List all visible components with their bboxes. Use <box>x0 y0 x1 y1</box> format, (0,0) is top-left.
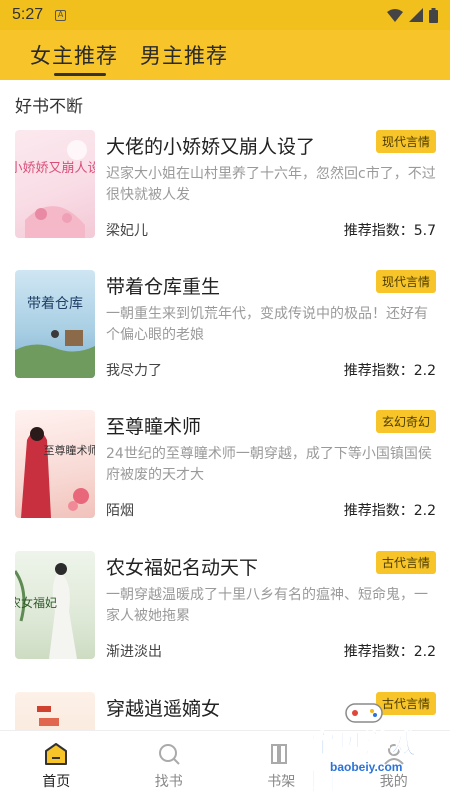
book-item[interactable]: 至尊瞳术师 至尊瞳术师 玄幻奇幻 24世纪的至尊瞳术师一朝穿越，成了下等小国镇国… <box>0 410 450 550</box>
sim-icon: A <box>55 9 67 21</box>
recommend-score: 推荐指数：2.2 <box>344 360 436 380</box>
book-item[interactable]: 带着仓库 带着仓库重生 现代言情 一朝重生来到饥荒年代，变成传说中的极品！还好有… <box>0 270 450 410</box>
status-time: 5:27 <box>12 6 44 23</box>
tab-label: 男主推荐 <box>140 44 228 68</box>
cover-title-text: 带着仓库 <box>27 296 83 312</box>
cover-title-text: 至尊瞳术师 <box>44 443 96 457</box>
book-cover[interactable]: 带着仓库 <box>15 270 95 378</box>
cover-art-3: 至尊瞳术师 <box>21 427 96 518</box>
book-item[interactable]: 小娇娇又崩人设 大佬的小娇娇又崩人设了 现代言情 迟家大小姐在山村里养了十六年，… <box>0 130 450 270</box>
book-description: 一朝重生来到饥荒年代，变成传说中的极品！还好有个偏心眼的老娘 <box>106 306 428 343</box>
book-cover[interactable]: 小娇娇又崩人设 <box>15 130 95 238</box>
score-value: 2.2 <box>413 363 436 379</box>
book-author: 我尽力了 <box>106 363 162 379</box>
book-author: 陌烟 <box>106 503 134 519</box>
book-description: 24世纪的至尊瞳术师一朝穿越，成了下等小国镇国侯府被废的天才大 <box>106 446 432 483</box>
book-item[interactable]: 农女福妃 农女福妃名动天下 古代言情 一朝穿越温暖成了十里八乡有名的瘟神、短命鬼… <box>0 551 450 691</box>
nav-label: 书架 <box>267 774 296 790</box>
score-value: 2.2 <box>413 503 436 519</box>
signal-icon <box>409 8 423 22</box>
bookshelf-icon <box>271 744 288 764</box>
book-description: 迟家大小姐在山村里养了十六年，忽然回c市了，不过很快就被人发 <box>106 166 436 203</box>
section-title: 好书不断 <box>15 97 83 117</box>
cover-art-2: 带着仓库 <box>15 296 95 378</box>
tab-label: 女主推荐 <box>30 44 118 68</box>
tab-active-indicator <box>54 73 106 76</box>
cover-art-1: 小娇娇又崩人设 <box>15 140 95 238</box>
search-icon <box>158 744 180 765</box>
book-title[interactable]: 大佬的小娇娇又崩人设了 <box>106 132 315 159</box>
nav-label: 找书 <box>154 774 183 790</box>
recommend-score: 推荐指数：5.7 <box>344 220 436 240</box>
battery-icon <box>429 7 438 23</box>
recommend-score: 推荐指数：2.2 <box>344 641 436 661</box>
wifi-icon <box>387 8 403 22</box>
nav-label: 首页 <box>42 774 71 790</box>
score-label: 推荐指数： <box>343 503 414 519</box>
watermark: 宝贝游戏网 baobeiy.com <box>296 703 436 798</box>
score-label: 推荐指数： <box>343 223 414 239</box>
watermark-url: baobeiy.com <box>330 760 403 774</box>
genre-badge: 玄幻奇幻 <box>375 410 436 433</box>
cover-title-text: 农女福妃 <box>15 595 57 610</box>
tab-male-recommend[interactable]: 男主推荐 <box>140 30 228 80</box>
score-label: 推荐指数： <box>343 363 414 379</box>
nav-item-find-books[interactable]: 找书 <box>113 731 226 800</box>
book-author: 梁妃儿 <box>106 223 148 239</box>
cover-title-text: 小娇娇又崩人设 <box>15 161 95 176</box>
book-cover[interactable]: 农女福妃 <box>15 551 95 659</box>
book-author: 渐进淡出 <box>106 644 162 660</box>
book-title[interactable]: 农女福妃名动天下 <box>106 553 258 580</box>
book-title[interactable]: 带着仓库重生 <box>106 272 220 299</box>
status-bar: 5:27 A <box>0 0 450 30</box>
tab-female-recommend[interactable]: 女主推荐 <box>30 30 118 80</box>
nav-item-home[interactable]: 首页 <box>0 731 113 800</box>
score-label: 推荐指数： <box>343 644 414 660</box>
home-icon <box>45 743 68 765</box>
status-icons <box>387 7 438 23</box>
genre-badge: 古代言情 <box>375 551 436 574</box>
book-title[interactable]: 穿越逍遥嫡女 <box>106 694 220 721</box>
book-title[interactable]: 至尊瞳术师 <box>106 412 201 439</box>
genre-badge: 现代言情 <box>375 130 436 153</box>
book-cover[interactable]: 至尊瞳术师 <box>15 410 95 518</box>
score-value: 2.2 <box>413 644 436 660</box>
cover-art-4: 农女福妃 <box>15 563 77 659</box>
genre-badge: 现代言情 <box>375 270 436 293</box>
gamepad-icon <box>345 703 383 723</box>
score-value: 5.7 <box>413 223 436 239</box>
book-description: 一朝穿越温暖成了十里八乡有名的瘟神、短命鬼，一家人被她拖累 <box>106 587 428 624</box>
category-tabs: 女主推荐 男主推荐 <box>0 30 450 80</box>
recommend-score: 推荐指数：2.2 <box>344 500 436 520</box>
